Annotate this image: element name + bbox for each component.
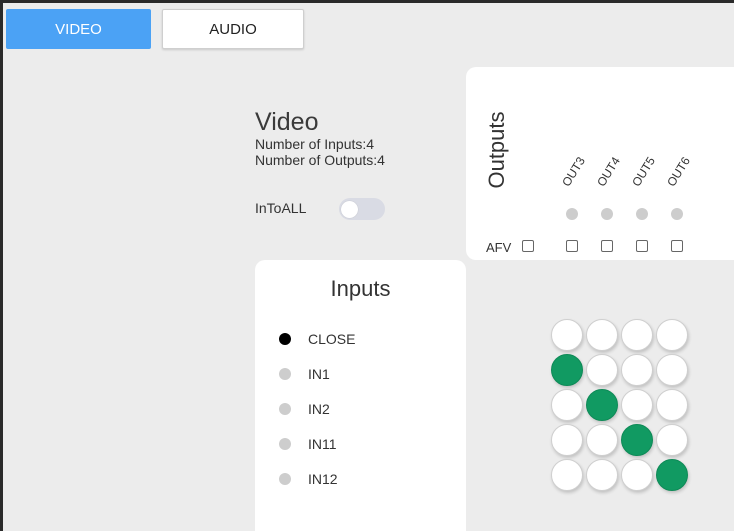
- tab-audio[interactable]: AUDIO: [162, 9, 304, 49]
- afv-checkbox[interactable]: [522, 240, 534, 252]
- output-label: OUT4: [594, 154, 623, 189]
- output-status-dot: [636, 208, 648, 220]
- output-afv-checkbox[interactable]: [566, 240, 578, 252]
- afv-label: AFV: [486, 240, 512, 255]
- matrix-crosspoint[interactable]: [656, 389, 688, 421]
- input-label: IN12: [308, 471, 338, 487]
- matrix-crosspoint[interactable]: [586, 389, 618, 421]
- matrix-crosspoint[interactable]: [586, 319, 618, 351]
- inputs-panel: Inputs CLOSE IN1 IN2 IN11 IN12: [255, 260, 466, 531]
- output-label: OUT3: [559, 154, 588, 189]
- matrix-crosspoint[interactable]: [621, 459, 653, 491]
- input-status-dot: [279, 438, 291, 450]
- outputs-title: Outputs: [484, 111, 509, 189]
- inputs-title: Inputs: [330, 276, 391, 301]
- input-status-dot: [279, 473, 291, 485]
- matrix-crosspoint[interactable]: [621, 354, 653, 386]
- input-status-dot: [279, 403, 291, 415]
- matrix-crosspoint[interactable]: [586, 354, 618, 386]
- input-label: IN11: [308, 436, 337, 452]
- matrix-crosspoint[interactable]: [656, 319, 688, 351]
- matrix-crosspoint[interactable]: [551, 459, 583, 491]
- matrix-crosspoint[interactable]: [551, 389, 583, 421]
- input-row[interactable]: CLOSE: [279, 329, 355, 349]
- input-label: IN2: [308, 401, 330, 417]
- output-afv-checkbox[interactable]: [636, 240, 648, 252]
- input-row[interactable]: IN2: [279, 399, 330, 419]
- matrix-crosspoint[interactable]: [656, 459, 688, 491]
- intoall-label: InToALL: [255, 200, 307, 216]
- output-label: OUT5: [629, 154, 658, 189]
- matrix-crosspoint[interactable]: [551, 424, 583, 456]
- app-frame: VIDEO AUDIO Video Number of Inputs:4 Num…: [3, 3, 734, 531]
- input-row[interactable]: IN11: [279, 434, 337, 454]
- input-status-dot: [279, 368, 291, 380]
- matrix-crosspoint[interactable]: [551, 354, 583, 386]
- tab-video[interactable]: VIDEO: [6, 9, 151, 49]
- input-label: IN1: [308, 366, 330, 382]
- matrix-crosspoint[interactable]: [621, 319, 653, 351]
- video-title: Video: [255, 108, 319, 136]
- matrix-crosspoint[interactable]: [656, 424, 688, 456]
- input-row[interactable]: IN1: [279, 364, 330, 384]
- output-afv-checkbox[interactable]: [601, 240, 613, 252]
- output-afv-checkbox[interactable]: [671, 240, 683, 252]
- matrix-crosspoint[interactable]: [586, 459, 618, 491]
- number-of-outputs: Number of Outputs:4: [255, 152, 385, 168]
- output-status-dot: [566, 208, 578, 220]
- input-label: CLOSE: [308, 331, 356, 347]
- matrix-crosspoint[interactable]: [551, 319, 583, 351]
- matrix-crosspoint[interactable]: [586, 424, 618, 456]
- matrix-crosspoint[interactable]: [621, 389, 653, 421]
- input-row[interactable]: IN12: [279, 469, 338, 489]
- matrix-crosspoint[interactable]: [621, 424, 653, 456]
- video-info: Video Number of Inputs:4 Number of Outpu…: [255, 108, 385, 168]
- output-status-dot: [671, 208, 683, 220]
- outputs-panel: Outputs AFV OUT3 OUT4 OUT5 OUT6: [466, 67, 734, 260]
- output-label: OUT6: [664, 154, 693, 189]
- matrix-crosspoint[interactable]: [656, 354, 688, 386]
- input-status-dot: [279, 333, 291, 345]
- toggle-knob: [341, 201, 358, 218]
- intoall-toggle[interactable]: [339, 198, 385, 220]
- number-of-inputs: Number of Inputs:4: [255, 136, 375, 152]
- output-status-dot: [601, 208, 613, 220]
